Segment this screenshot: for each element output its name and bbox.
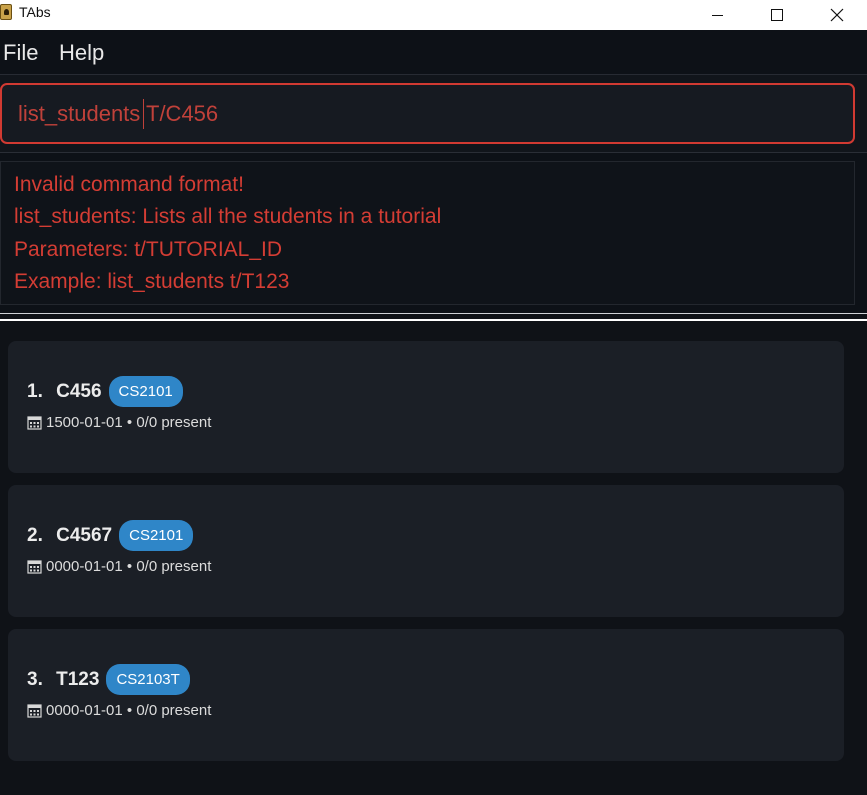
command-area: list_students T/C456 bbox=[0, 75, 867, 153]
card-meta-text: 0000-01-01 • 0/0 present bbox=[46, 558, 212, 575]
tutorial-card[interactable]: 2. C4567 CS2101 0000-01-01 • 0/0 present bbox=[8, 485, 844, 617]
panel-splitter[interactable] bbox=[0, 313, 867, 321]
card-header: 2. C4567 CS2101 bbox=[27, 519, 194, 552]
menu-file[interactable]: File bbox=[3, 40, 38, 66]
result-display: Invalid command format! list_students: L… bbox=[0, 161, 855, 305]
card-meta: 1500-01-01 • 0/0 present bbox=[27, 414, 211, 431]
card-index: 1. bbox=[27, 380, 49, 402]
card-index: 3. bbox=[27, 668, 49, 690]
calendar-icon bbox=[27, 560, 42, 574]
result-line: Example: list_students t/T123 bbox=[14, 270, 290, 293]
module-tag: CS2103T bbox=[106, 664, 190, 695]
app-icon bbox=[0, 4, 12, 20]
window-title: TAbs bbox=[19, 4, 51, 20]
card-meta: 0000-01-01 • 0/0 present bbox=[27, 702, 211, 719]
result-line: Parameters: t/TUTORIAL_ID bbox=[14, 238, 283, 261]
command-input[interactable]: list_students T/C456 bbox=[0, 83, 855, 144]
card-header: 1. C456 CS2101 bbox=[27, 375, 183, 408]
calendar-icon bbox=[27, 704, 42, 718]
command-text: list_students T/C456 bbox=[18, 101, 219, 126]
menu-help[interactable]: Help bbox=[59, 40, 104, 66]
card-meta-text: 0000-01-01 • 0/0 present bbox=[46, 702, 212, 719]
card-meta: 0000-01-01 • 0/0 present bbox=[27, 558, 211, 575]
text-caret bbox=[143, 99, 144, 129]
tutorial-card[interactable]: 3. T123 CS2103T 0000-01-01 • 0/0 present bbox=[8, 629, 844, 761]
close-button[interactable] bbox=[814, 0, 860, 30]
tutorial-id: C456 bbox=[56, 380, 102, 402]
title-bar: TAbs bbox=[0, 0, 867, 30]
tutorial-card[interactable]: 1. C456 CS2101 1500-01-01 • 0/0 present bbox=[8, 341, 844, 473]
tutorial-id: C4567 bbox=[56, 524, 113, 546]
calendar-icon bbox=[27, 416, 42, 430]
result-line: list_students: Lists all the students in… bbox=[14, 205, 442, 228]
card-index: 2. bbox=[27, 524, 49, 546]
module-tag: CS2101 bbox=[108, 376, 183, 407]
card-meta-text: 1500-01-01 • 0/0 present bbox=[46, 414, 212, 431]
tutorial-list: 1. C456 CS2101 1500-01-01 • 0/0 present … bbox=[0, 321, 867, 795]
maximize-button[interactable] bbox=[754, 0, 800, 30]
result-line: Invalid command format! bbox=[14, 173, 244, 196]
close-icon bbox=[830, 8, 844, 22]
card-header: 3. T123 CS2103T bbox=[27, 663, 190, 696]
module-tag: CS2101 bbox=[119, 520, 194, 551]
result-area: Invalid command format! list_students: L… bbox=[0, 153, 867, 313]
menu-bar: File Help bbox=[0, 30, 867, 75]
tutorial-id: T123 bbox=[56, 668, 100, 690]
minimize-button[interactable] bbox=[694, 0, 740, 30]
